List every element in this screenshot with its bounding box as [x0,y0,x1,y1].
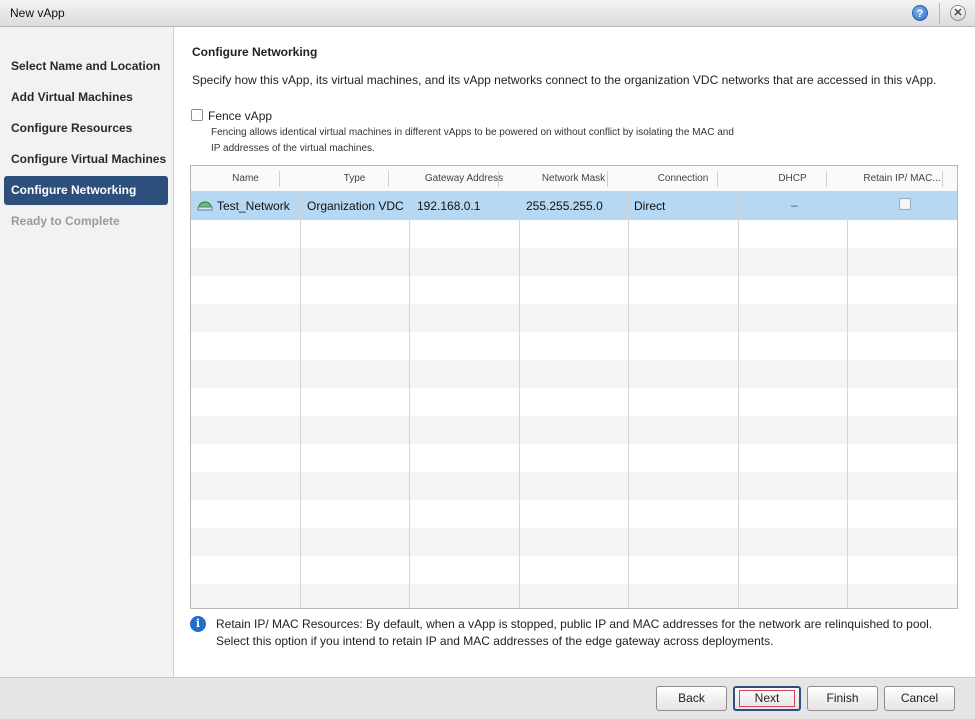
retain-ip-mac-checkbox[interactable] [899,198,911,210]
info-line: Retain IP/ MAC Resources: By default, wh… [216,617,933,631]
row-stripe [191,360,957,388]
column-divider [300,166,301,608]
next-button-label: Next [738,690,796,707]
cell-network-type: Organization VDC [307,199,404,213]
column-header-gateway-address[interactable]: Gateway Address [409,166,519,192]
column-divider [738,166,739,608]
column-divider [519,166,520,608]
table-header: Name Type Gateway Address Network Mask C… [191,166,957,192]
step-configure-resources[interactable]: Configure Resources [4,114,168,143]
column-divider [628,166,629,608]
back-button[interactable]: Back [656,686,727,711]
column-divider [847,166,848,608]
column-header-type[interactable]: Type [300,166,409,192]
column-header-retain-ip-mac[interactable]: Retain IP/ MAC... [847,166,957,192]
cell-connection[interactable]: Direct [634,192,734,220]
column-header-name[interactable]: Name [191,166,300,192]
page-description: Specify how this vApp, its virtual machi… [192,73,937,87]
step-ready-to-complete: Ready to Complete [11,214,120,228]
title-bar: New vApp ? ✕ [0,0,975,27]
info-line: Select this option if you intend to reta… [216,634,774,648]
content-panel: Configure Networking Specify how this vA… [175,27,975,677]
cell-network-mask: 255.255.255.0 [526,199,603,213]
step-configure-networking[interactable]: Configure Networking [4,176,168,205]
info-icon: i [190,616,206,632]
networks-table: Name Type Gateway Address Network Mask C… [190,165,958,609]
cell-network-name: Test_Network [217,199,290,213]
fence-help-text: Fencing allows identical virtual machine… [211,125,831,157]
next-button[interactable]: Next [733,686,801,711]
row-stripe [191,528,957,556]
column-header-dhcp[interactable]: DHCP [738,166,847,192]
fence-help-line: IP addresses of the virtual machines. [211,143,375,154]
cancel-button[interactable]: Cancel [884,686,955,711]
fence-vapp-checkbox[interactable] [191,109,203,121]
close-icon[interactable]: ✕ [950,5,966,21]
column-header-connection[interactable]: Connection [628,166,738,192]
fence-vapp-label[interactable]: Fence vApp [208,109,272,123]
page-title: Configure Networking [192,45,318,59]
step-select-name-and-location[interactable]: Select Name and Location [4,52,168,81]
row-stripe [191,472,957,500]
fence-help-line: Fencing allows identical virtual machine… [211,127,734,138]
wizard-steps-sidebar: Select Name and Location Add Virtual Mac… [0,27,174,677]
column-header-network-mask[interactable]: Network Mask [519,166,628,192]
row-stripe [191,304,957,332]
step-add-virtual-machines[interactable]: Add Virtual Machines [4,83,168,112]
cell-dhcp: – [791,198,798,212]
row-stripe [191,248,957,276]
finish-button[interactable]: Finish [807,686,878,711]
window-title: New vApp [10,6,65,20]
network-icon [197,201,213,211]
column-divider [409,166,410,608]
wizard-footer: Back Next Finish Cancel [0,677,975,719]
title-separator [939,3,940,24]
retain-info-text: Retain IP/ MAC Resources: By default, wh… [216,616,961,650]
step-configure-virtual-machines[interactable]: Configure Virtual Machines [4,145,168,174]
cell-gateway-address: 192.168.0.1 [417,199,481,213]
help-icon[interactable]: ? [912,5,928,21]
row-stripe [191,416,957,444]
row-stripe [191,584,957,608]
